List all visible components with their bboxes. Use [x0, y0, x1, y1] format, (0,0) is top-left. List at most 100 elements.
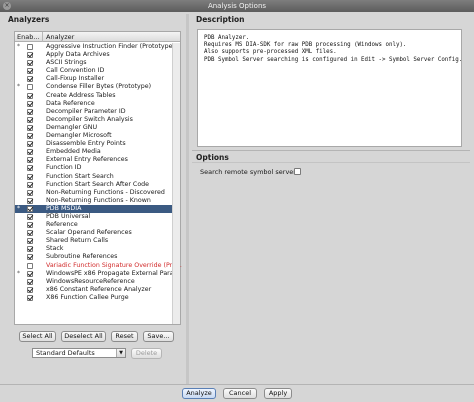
- analyzer-enabled-checkbox[interactable]: [27, 173, 33, 180]
- table-row[interactable]: Demangler GNU: [15, 124, 172, 132]
- table-row[interactable]: Reference: [15, 221, 172, 229]
- analyzer-enabled-checkbox[interactable]: [27, 270, 33, 277]
- analyzer-name: Shared Return Calls: [46, 237, 109, 245]
- cancel-button[interactable]: Cancel: [223, 388, 257, 399]
- table-row[interactable]: Apply Data Archives: [15, 51, 172, 59]
- analyzer-enabled-checkbox[interactable]: [27, 230, 33, 237]
- chevron-down-icon[interactable]: ▼: [116, 349, 125, 357]
- analyzer-enabled-checkbox[interactable]: [27, 100, 33, 107]
- analyzer-enabled-checkbox[interactable]: [27, 157, 33, 164]
- table-row[interactable]: Non-Returning Functions - Discovered: [15, 189, 172, 197]
- analyzer-name: Disassemble Entry Points: [46, 140, 126, 148]
- analyzer-name: Demangler Microsoft: [46, 132, 112, 140]
- analyzer-enabled-checkbox[interactable]: [27, 124, 33, 131]
- apply-button[interactable]: Apply: [264, 388, 292, 399]
- analyzer-enabled-checkbox[interactable]: [27, 76, 33, 83]
- analyzer-enabled-checkbox[interactable]: [27, 286, 33, 293]
- table-row[interactable]: Shared Return Calls: [15, 237, 172, 245]
- table-row[interactable]: Variadic Function Signature Override (Pr…: [15, 262, 182, 270]
- table-row[interactable]: x86 Constant Reference Analyzer: [15, 286, 172, 294]
- table-row[interactable]: Call Convention ID: [15, 67, 172, 75]
- table-row[interactable]: Create Address Tables: [15, 92, 172, 100]
- analyzer-name: Scalar Operand References: [46, 229, 132, 237]
- table-row[interactable]: * Aggressive Instruction Finder (Prototyp…: [15, 43, 175, 51]
- table-row[interactable]: Embedded Media: [15, 148, 172, 156]
- select-all-button[interactable]: Select All: [19, 331, 56, 342]
- analyzer-enabled-checkbox[interactable]: [27, 181, 33, 188]
- save-button[interactable]: Save...: [143, 331, 174, 342]
- analyzer-enabled-checkbox[interactable]: [27, 165, 33, 172]
- table-row[interactable]: Function Start Search: [15, 173, 172, 181]
- table-row[interactable]: External Entry References: [15, 156, 172, 164]
- table-row[interactable]: Data Reference: [15, 100, 172, 108]
- description-header: Description: [196, 15, 245, 24]
- analyzer-enabled-checkbox[interactable]: [27, 238, 33, 245]
- analyzer-enabled-checkbox[interactable]: [27, 278, 33, 285]
- analyzer-name: ASCII Strings: [46, 59, 87, 67]
- table-row[interactable]: Subroutine References: [15, 253, 172, 261]
- analyzer-enabled-checkbox[interactable]: [27, 205, 33, 212]
- analyzer-enabled-checkbox[interactable]: [27, 213, 33, 220]
- analyzer-name: PDB MSDIA: [46, 204, 82, 212]
- table-row[interactable]: WindowsResourceReference: [15, 278, 172, 286]
- analyzer-enabled-checkbox[interactable]: [27, 52, 33, 59]
- table-row[interactable]: Function Start Search After Code: [15, 181, 172, 189]
- analyzer-name: Function Start Search: [46, 172, 114, 180]
- analyzer-name: Create Address Tables: [46, 91, 116, 99]
- analyzer-enabled-checkbox[interactable]: [27, 254, 33, 261]
- table-row[interactable]: Call-Fixup Installer: [15, 75, 172, 83]
- search-remote-checkbox[interactable]: [294, 168, 301, 175]
- analyzer-enabled-checkbox[interactable]: [27, 262, 33, 269]
- analyze-button[interactable]: Analyze: [182, 388, 216, 399]
- analyzer-enabled-checkbox[interactable]: [27, 222, 33, 229]
- analyzer-name: Embedded Media: [46, 148, 101, 156]
- table-row[interactable]: Decompiler Parameter ID: [15, 108, 172, 116]
- analyzers-header: Analyzers: [8, 15, 50, 24]
- split-pane-divider[interactable]: [186, 14, 189, 384]
- analyzer-enabled-checkbox[interactable]: [27, 141, 33, 148]
- column-header-enabled[interactable]: Enab...: [15, 32, 43, 42]
- analyzer-enabled-checkbox[interactable]: [27, 246, 33, 253]
- table-row[interactable]: Decompiler Switch Analysis: [15, 116, 172, 124]
- analyzer-name: x86 Constant Reference Analyzer: [46, 285, 152, 293]
- analyzer-enabled-checkbox[interactable]: [27, 92, 33, 99]
- delete-button[interactable]: Delete: [131, 348, 162, 359]
- table-row[interactable]: Non-Returning Functions - Known: [15, 197, 172, 205]
- analyzer-name: Aggressive Instruction Finder (Prototype…: [46, 43, 175, 50]
- analyzer-name: Function ID: [46, 164, 82, 172]
- table-row[interactable]: Disassemble Entry Points: [15, 140, 172, 148]
- analyzer-enabled-checkbox[interactable]: [27, 60, 33, 67]
- analyzer-name: Decompiler Parameter ID: [46, 107, 126, 115]
- analyzer-enabled-checkbox[interactable]: [27, 294, 33, 301]
- deselect-all-button[interactable]: Deselect All: [61, 331, 106, 342]
- profile-select[interactable]: Standard Defaults ▼: [32, 348, 126, 358]
- analyzer-name: Variadic Function Signature Override (Pr…: [46, 261, 182, 269]
- table-row[interactable]: Stack: [15, 245, 172, 253]
- analyzer-enabled-checkbox[interactable]: [27, 149, 33, 156]
- table-row[interactable]: PDB Universal: [15, 213, 172, 221]
- column-header-analyzer[interactable]: Analyzer: [44, 32, 74, 42]
- analyzer-enabled-checkbox[interactable]: [27, 68, 33, 75]
- analyzer-name: Non-Returning Functions - Known: [46, 196, 151, 204]
- table-row[interactable]: Function ID: [15, 164, 172, 172]
- table-row[interactable]: * PDB MSDIA: [15, 204, 172, 213]
- table-row[interactable]: X86 Function Callee Purge: [15, 294, 172, 302]
- analyzer-enabled-checkbox[interactable]: [27, 133, 33, 140]
- analyzer-name: Call-Fixup Installer: [46, 75, 105, 83]
- vertical-scrollbar[interactable]: [172, 43, 180, 324]
- analyzer-enabled-checkbox[interactable]: [27, 197, 33, 204]
- table-row[interactable]: ASCII Strings: [15, 59, 172, 67]
- section-divider[interactable]: [192, 150, 470, 151]
- analyzer-enabled-checkbox[interactable]: [27, 189, 33, 196]
- table-row[interactable]: Demangler Microsoft: [15, 132, 172, 140]
- table-row[interactable]: * WindowsPE x86 Propagate External Para..…: [15, 270, 180, 278]
- reset-button[interactable]: Reset: [111, 331, 138, 342]
- analyzer-enabled-checkbox[interactable]: [27, 108, 33, 115]
- analyzer-name: Demangler GNU: [46, 123, 98, 131]
- analyzer-enabled-checkbox[interactable]: [27, 116, 33, 123]
- close-icon[interactable]: ×: [3, 2, 11, 10]
- analyzer-enabled-checkbox[interactable]: [27, 84, 33, 91]
- analyzer-enabled-checkbox[interactable]: [27, 44, 33, 50]
- table-row[interactable]: * Condense Filler Bytes (Prototype): [15, 83, 172, 91]
- table-row[interactable]: Scalar Operand References: [15, 229, 172, 237]
